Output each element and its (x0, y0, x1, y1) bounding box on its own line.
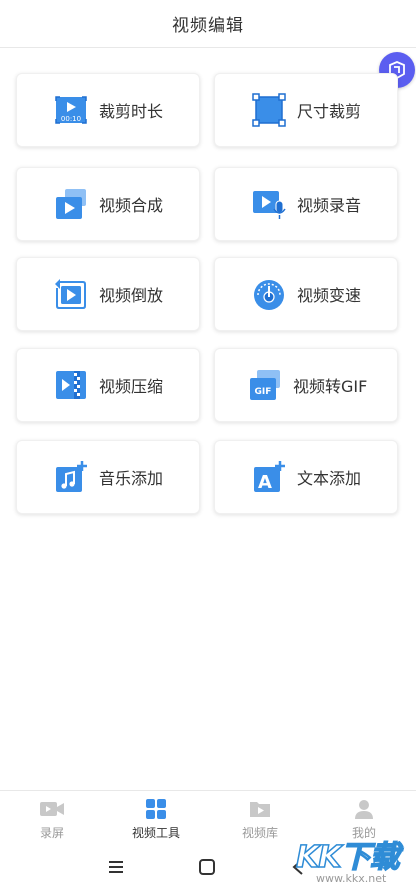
tool-label: 裁剪时长 (99, 102, 164, 121)
screen-record-icon (39, 797, 65, 821)
video-merge-icon (53, 186, 89, 222)
video-tools-icon (143, 797, 169, 821)
home-button[interactable] (194, 854, 220, 880)
clip-duration-icon: 00:10 (53, 92, 89, 128)
tool-label: 视频变速 (297, 286, 362, 305)
tool-label: 尺寸裁剪 (297, 102, 362, 121)
tool-card-video-compress[interactable]: 视频压缩 (16, 348, 200, 422)
video-reverse-icon (53, 276, 89, 312)
profile-icon (351, 797, 377, 821)
tool-card-video-to-gif[interactable]: GIF 视频转GIF (214, 348, 398, 422)
text-add-icon: A (251, 459, 287, 495)
tool-label: 视频合成 (99, 196, 164, 215)
gif-badge: GIF (255, 387, 272, 397)
watermark-url: www.kkx.net (316, 872, 387, 885)
tool-card-music-add[interactable]: 音乐添加 (16, 440, 200, 514)
menu-button[interactable] (103, 854, 129, 880)
video-library-icon (247, 797, 273, 821)
size-crop-icon (251, 92, 287, 128)
tool-card-video-speed[interactable]: 视频变速 (214, 257, 398, 331)
tool-label: 视频转GIF (293, 377, 368, 396)
tab-label: 视频工具 (131, 826, 180, 840)
text-glyph: A (258, 472, 272, 493)
tab-screen-record[interactable]: 录屏 (0, 791, 104, 846)
tool-label: 文本添加 (297, 469, 362, 488)
tool-label: 音乐添加 (99, 469, 164, 488)
tool-card-video-merge[interactable]: 视频合成 (16, 167, 200, 241)
home-icon (199, 859, 215, 875)
tool-card-text-add[interactable]: A 文本添加 (214, 440, 398, 514)
tool-card-clip-duration[interactable]: 00:10 裁剪时长 (16, 73, 200, 147)
tool-card-video-record-audio[interactable]: 视频录音 (214, 167, 398, 241)
watermark: KK下载 www.kkx.net (295, 832, 414, 886)
tab-video-tools[interactable]: 视频工具 (104, 791, 208, 846)
tool-label: 视频倒放 (99, 286, 164, 305)
watermark-brand: KK下载 (295, 839, 400, 876)
tool-label: 视频录音 (297, 196, 362, 215)
tool-grid: 00:10 裁剪时长 尺寸裁剪 视频合成 视频录音 视频倒放 视频变速 视频压缩… (0, 0, 416, 520)
music-add-icon (53, 459, 89, 495)
clip-duration-badge: 00:10 (61, 115, 81, 123)
video-speed-icon (251, 276, 287, 312)
video-to-gif-icon: GIF (247, 367, 283, 403)
video-compress-icon (53, 367, 89, 403)
tool-card-video-reverse[interactable]: 视频倒放 (16, 257, 200, 331)
tool-label: 视频压缩 (99, 377, 164, 396)
tab-label: 录屏 (39, 826, 64, 840)
tool-card-size-crop[interactable]: 尺寸裁剪 (214, 73, 398, 147)
video-record-audio-icon (251, 186, 287, 222)
menu-icon (109, 861, 123, 873)
tab-label: 视频库 (241, 826, 278, 840)
